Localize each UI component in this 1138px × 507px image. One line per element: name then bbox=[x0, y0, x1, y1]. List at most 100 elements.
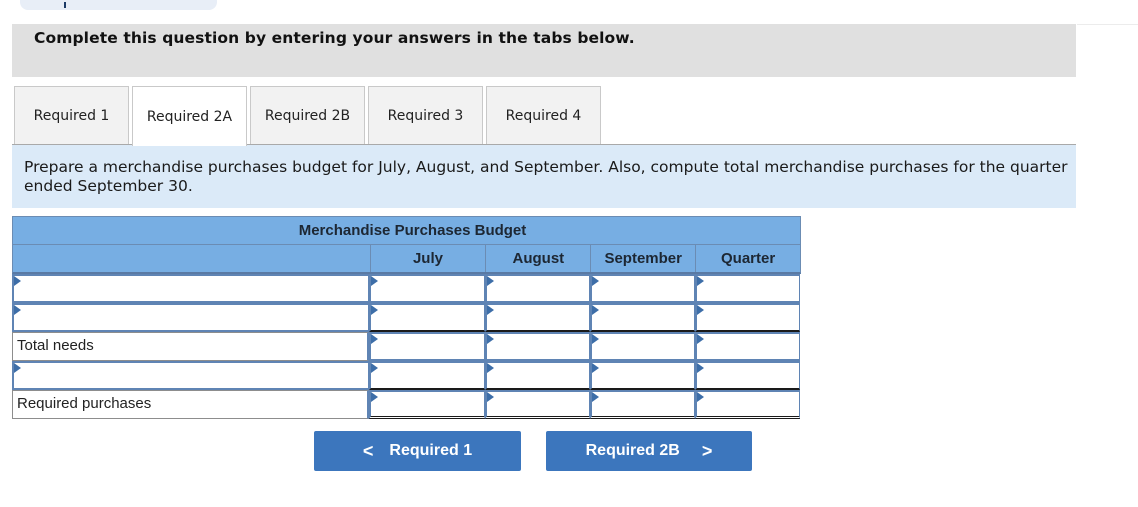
divider bbox=[1077, 24, 1138, 25]
september-input[interactable] bbox=[592, 305, 694, 330]
row-label-input-cell[interactable] bbox=[12, 274, 369, 303]
input-marker-icon bbox=[487, 276, 494, 286]
september-input[interactable] bbox=[592, 392, 694, 416]
row-label-input-cell[interactable] bbox=[12, 361, 369, 390]
row-label-input-cell[interactable] bbox=[12, 303, 369, 332]
tab-required-4[interactable]: Required 4 bbox=[486, 86, 601, 145]
input-marker-icon bbox=[697, 363, 704, 373]
row-label-input[interactable] bbox=[14, 305, 368, 330]
input-marker-icon bbox=[697, 276, 704, 286]
row-label: Required purchases bbox=[12, 390, 369, 419]
row-label-input[interactable] bbox=[14, 276, 368, 301]
input-marker-icon bbox=[592, 363, 599, 373]
tab-bar: Required 1 Required 2A Required 2B Requi… bbox=[14, 86, 604, 146]
input-marker-icon bbox=[697, 305, 704, 315]
tab-required-2b[interactable]: Required 2B bbox=[250, 86, 365, 145]
quarter-input[interactable] bbox=[697, 363, 799, 388]
august-input[interactable] bbox=[487, 276, 589, 301]
august-cell[interactable] bbox=[485, 303, 590, 332]
input-marker-icon bbox=[592, 305, 599, 315]
input-marker-icon bbox=[592, 392, 599, 402]
august-input[interactable] bbox=[487, 363, 589, 388]
september-cell[interactable] bbox=[590, 274, 695, 303]
table-title: Merchandise Purchases Budget bbox=[12, 216, 801, 245]
header-september: September bbox=[590, 245, 695, 272]
july-input[interactable] bbox=[371, 305, 484, 330]
september-input[interactable] bbox=[592, 276, 694, 301]
header-july: July bbox=[369, 245, 486, 272]
september-cell[interactable] bbox=[590, 361, 695, 390]
july-cell[interactable] bbox=[369, 332, 485, 361]
input-marker-icon bbox=[592, 276, 599, 286]
next-required-2b-button[interactable]: Required 2B > bbox=[546, 431, 752, 471]
dropdown-marker-icon bbox=[14, 305, 21, 315]
input-marker-icon bbox=[371, 305, 378, 315]
chevron-right-icon: > bbox=[701, 440, 713, 461]
merchandise-purchases-budget-table: Merchandise Purchases Budget July August… bbox=[12, 216, 801, 419]
september-input[interactable] bbox=[592, 334, 694, 359]
august-cell[interactable] bbox=[485, 332, 590, 361]
input-marker-icon bbox=[697, 392, 704, 402]
july-cell[interactable] bbox=[369, 390, 485, 419]
july-cell[interactable] bbox=[369, 361, 485, 390]
table-row-required-purchases: Required purchases bbox=[12, 390, 801, 419]
quarter-input[interactable] bbox=[697, 276, 799, 301]
tab-required-3[interactable]: Required 3 bbox=[368, 86, 483, 145]
input-marker-icon bbox=[487, 363, 494, 373]
previous-required-1-button[interactable]: < Required 1 bbox=[314, 431, 521, 471]
quarter-cell[interactable] bbox=[695, 390, 800, 419]
next-button-label: Required 2B bbox=[585, 442, 680, 459]
description-text: Prepare a merchandise purchases budget f… bbox=[24, 158, 1068, 195]
header-label-column bbox=[13, 245, 370, 272]
dropdown-marker-icon bbox=[14, 363, 21, 373]
august-cell[interactable] bbox=[485, 274, 590, 303]
july-cell[interactable] bbox=[369, 274, 485, 303]
panel-mark bbox=[64, 2, 66, 8]
tab-required-1[interactable]: Required 1 bbox=[14, 86, 129, 145]
july-cell[interactable] bbox=[369, 303, 485, 332]
july-input[interactable] bbox=[371, 392, 484, 416]
input-marker-icon bbox=[371, 392, 378, 402]
input-marker-icon bbox=[371, 363, 378, 373]
july-input[interactable] bbox=[371, 363, 484, 388]
september-cell[interactable] bbox=[590, 332, 695, 361]
table-row bbox=[12, 303, 801, 332]
input-marker-icon bbox=[371, 334, 378, 344]
quarter-cell[interactable] bbox=[695, 332, 800, 361]
row-label: Total needs bbox=[12, 332, 369, 361]
september-input[interactable] bbox=[592, 363, 694, 388]
september-cell[interactable] bbox=[590, 303, 695, 332]
quarter-cell[interactable] bbox=[695, 303, 800, 332]
input-marker-icon bbox=[487, 305, 494, 315]
input-marker-icon bbox=[592, 334, 599, 344]
july-input[interactable] bbox=[371, 334, 484, 359]
august-cell[interactable] bbox=[485, 390, 590, 419]
august-input[interactable] bbox=[487, 305, 589, 330]
chevron-left-icon: < bbox=[362, 440, 374, 461]
august-input[interactable] bbox=[487, 334, 589, 359]
input-marker-icon bbox=[487, 334, 494, 344]
quarter-cell[interactable] bbox=[695, 274, 800, 303]
july-input[interactable] bbox=[371, 276, 484, 301]
previous-panel-edge bbox=[20, 0, 217, 10]
quarter-input[interactable] bbox=[697, 334, 799, 359]
quarter-input[interactable] bbox=[697, 392, 799, 416]
instructions-text: Complete this question by entering your … bbox=[34, 29, 635, 47]
september-cell[interactable] bbox=[590, 390, 695, 419]
quarter-cell[interactable] bbox=[695, 361, 800, 390]
input-marker-icon bbox=[371, 276, 378, 286]
table-row bbox=[12, 274, 801, 303]
table-header-row: July August September Quarter bbox=[12, 245, 801, 274]
header-quarter: Quarter bbox=[695, 245, 800, 272]
august-input[interactable] bbox=[487, 392, 589, 416]
header-august: August bbox=[485, 245, 590, 272]
instructions-banner: Complete this question by entering your … bbox=[12, 24, 1076, 77]
input-marker-icon bbox=[487, 392, 494, 402]
tab-required-2a[interactable]: Required 2A bbox=[132, 86, 247, 146]
august-cell[interactable] bbox=[485, 361, 590, 390]
table-row bbox=[12, 361, 801, 390]
input-marker-icon bbox=[697, 334, 704, 344]
quarter-input[interactable] bbox=[697, 305, 799, 330]
row-label-input[interactable] bbox=[14, 363, 368, 388]
question-description: Prepare a merchandise purchases budget f… bbox=[12, 145, 1076, 208]
